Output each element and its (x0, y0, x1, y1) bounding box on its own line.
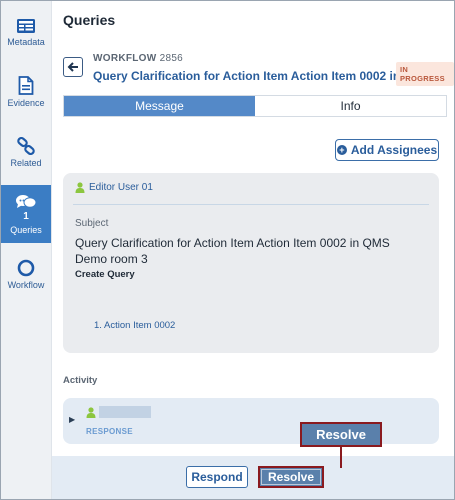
metadata-icon (17, 18, 35, 33)
workflow-label-text: WORKFLOW (93, 53, 157, 64)
resolve-button[interactable]: Resolve (258, 466, 324, 488)
chat-bubbles-icon (16, 194, 37, 208)
link-icon (17, 136, 35, 155)
divider (73, 204, 429, 205)
callout-connector (340, 447, 342, 468)
action-item-link[interactable]: 1. Action Item 0002 (94, 320, 175, 331)
activity-type: RESPONSE (86, 427, 133, 436)
sidebar: Metadata Evidence Related 1 Queries Work… (1, 1, 52, 499)
queries-panel: Queries WORKFLOW 2856 Query Clarificatio… (52, 1, 454, 499)
resolve-callout: Resolve (300, 422, 382, 447)
tab-info[interactable]: Info (255, 96, 446, 116)
status-badge: IN PROGRESS (396, 62, 454, 86)
activity-heading: Activity (63, 375, 98, 386)
sidebar-item-queries[interactable]: 1 Queries (1, 185, 51, 243)
redacted-user-name (99, 406, 151, 418)
author-name: Editor User 01 (89, 182, 153, 193)
message-author: Editor User 01 (75, 182, 153, 193)
workflow-label: WORKFLOW 2856 (93, 53, 183, 64)
queries-window: Metadata Evidence Related 1 Queries Work… (0, 0, 455, 500)
queries-count: 1 (23, 210, 29, 222)
subject-text: Query Clarification for Action Item Acti… (75, 236, 390, 266)
sidebar-item-label: Related (10, 157, 42, 168)
workflow-title: Query Clarification for Action Item Acti… (93, 69, 414, 83)
add-assignees-label: Add Assignees (350, 143, 438, 157)
sidebar-item-evidence[interactable]: Evidence (1, 63, 51, 121)
tab-bar: Message Info (63, 95, 447, 117)
arrow-left-icon (67, 62, 78, 72)
sidebar-item-related[interactable]: Related (1, 123, 51, 181)
sidebar-item-label: Metadata (7, 36, 45, 47)
respond-button[interactable]: Respond (186, 466, 248, 488)
back-button[interactable] (63, 57, 83, 77)
tab-message[interactable]: Message (64, 96, 255, 116)
user-icon (86, 407, 96, 418)
sidebar-item-workflow[interactable]: Workflow (1, 245, 51, 303)
workflow-number: 2856 (159, 53, 184, 64)
subject-label: Subject (75, 218, 109, 229)
action-footer: Respond Resolve (52, 456, 454, 499)
sidebar-item-metadata[interactable]: Metadata (1, 3, 51, 61)
add-assignees-button[interactable]: + Add Assignees (335, 139, 439, 161)
document-icon (18, 76, 34, 95)
query-message-card: Editor User 01 Subject Query Clarificati… (63, 173, 439, 353)
create-query-label: Create Query (75, 269, 135, 280)
sidebar-item-label: Queries (10, 224, 42, 235)
user-icon (75, 182, 85, 193)
expand-chevron-icon[interactable]: ▶ (69, 415, 75, 424)
circle-icon (17, 259, 35, 276)
page-title: Queries (63, 12, 116, 28)
sidebar-item-label: Workflow (7, 279, 45, 290)
sidebar-item-label: Evidence (7, 98, 45, 108)
activity-entry[interactable]: ▶ RESPONSE (63, 398, 439, 444)
plus-circle-icon: + (336, 145, 347, 155)
